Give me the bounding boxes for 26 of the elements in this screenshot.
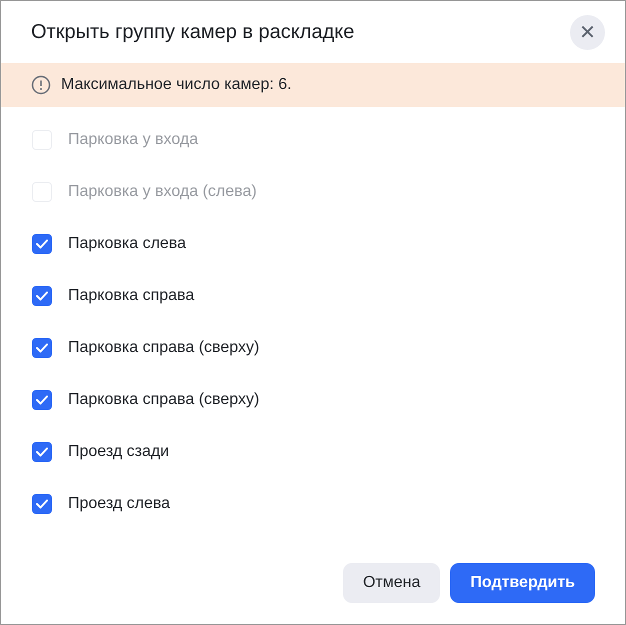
checkbox[interactable] <box>32 494 52 514</box>
checkbox[interactable] <box>32 390 52 410</box>
checkbox[interactable] <box>32 338 52 358</box>
camera-label: Парковка у входа <box>68 131 198 149</box>
camera-label: Парковка слева <box>68 235 186 253</box>
checkbox[interactable] <box>32 442 52 462</box>
checkmark-icon <box>36 239 48 249</box>
camera-label: Парковка справа (сверху) <box>68 339 260 357</box>
checkmark-icon <box>36 395 48 405</box>
checkmark-icon <box>36 447 48 457</box>
notice-text: Максимальное число камер: 6. <box>61 76 292 94</box>
camera-label: Парковка справа (сверху) <box>68 391 260 409</box>
checkbox[interactable] <box>32 234 52 254</box>
checkbox[interactable] <box>32 286 52 306</box>
confirm-button[interactable]: Подтвердить <box>450 563 595 603</box>
checkmark-icon <box>36 291 48 301</box>
camera-label: Проезд слева <box>68 495 170 513</box>
checkmark-icon <box>36 499 48 509</box>
info-icon <box>31 75 51 95</box>
dialog-title: Открыть группу камер в раскладке <box>31 20 354 44</box>
checkmark-icon <box>36 343 48 353</box>
camera-label: Проезд сзади <box>68 443 170 461</box>
cancel-button[interactable]: Отмена <box>342 563 440 603</box>
camera-label: Парковка справа <box>68 287 194 305</box>
camera-label: Парковка у входа (слева) <box>68 183 257 201</box>
close-button[interactable]: ✕ <box>570 14 605 50</box>
